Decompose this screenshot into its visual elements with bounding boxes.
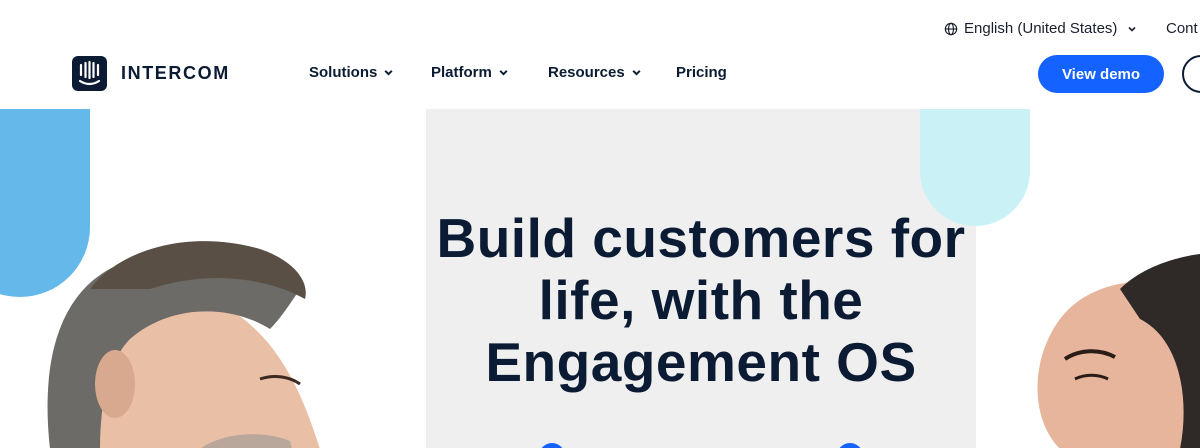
- hero-photo-woman: [1037, 254, 1200, 448]
- hero-headline: Build customers for life, with the Engag…: [426, 207, 976, 393]
- nav-solutions[interactable]: Solutions: [309, 64, 394, 81]
- brand-name: INTERCOM: [121, 63, 230, 83]
- chevron-down-icon: [632, 70, 641, 76]
- hero-photo-man: [47, 241, 320, 448]
- contact-link[interactable]: Cont: [1166, 20, 1198, 37]
- chevron-down-icon: [384, 70, 393, 76]
- intercom-logo-icon: [72, 56, 107, 91]
- headline-line: life, with the: [538, 269, 864, 331]
- nav-label: Solutions: [309, 64, 378, 81]
- globe-icon: [944, 22, 958, 35]
- utility-bar: English (United States) Cont: [0, 20, 1200, 44]
- chevron-down-icon: [499, 70, 508, 76]
- language-selector[interactable]: English (United States): [944, 20, 1137, 37]
- headline-line: Engagement OS: [485, 331, 917, 393]
- view-demo-button[interactable]: View demo: [1038, 55, 1164, 93]
- secondary-nav-button[interactable]: [1182, 55, 1200, 93]
- nav-label: Platform: [431, 64, 492, 81]
- nav-resources[interactable]: Resources: [548, 64, 642, 81]
- headline-line: Build customers for: [436, 207, 966, 269]
- nav-platform[interactable]: Platform: [431, 64, 509, 81]
- language-label: English (United States): [964, 20, 1118, 37]
- nav-label: Pricing: [676, 64, 727, 81]
- intercom-logo[interactable]: INTERCOM: [72, 56, 230, 91]
- chevron-down-icon: [1128, 26, 1136, 32]
- nav-pricing[interactable]: Pricing: [676, 64, 727, 81]
- nav-label: Resources: [548, 64, 625, 81]
- hero-section: Build customers for life, with the Engag…: [0, 109, 1200, 448]
